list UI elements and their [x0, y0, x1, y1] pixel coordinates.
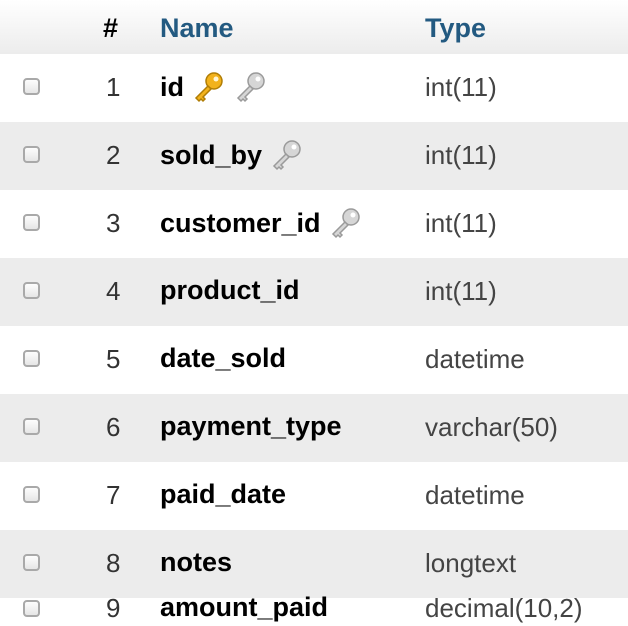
- row-number: 3: [106, 208, 121, 238]
- column-name: date_sold: [160, 342, 286, 374]
- row-number: 1: [106, 72, 121, 102]
- table-row: 8 notes longtext: [0, 530, 628, 598]
- column-name: sold_by: [160, 138, 304, 172]
- row-checkbox[interactable]: [23, 554, 40, 571]
- column-type: varchar(50): [425, 412, 558, 442]
- table-row: 9 amount_paid decimal(10,2): [0, 592, 628, 626]
- row-number: 6: [106, 412, 121, 442]
- column-name-text: id: [160, 72, 184, 102]
- column-type: decimal(10,2): [425, 593, 583, 623]
- column-name-text: amount_paid: [160, 592, 329, 622]
- table-row: 2 sold_by int(11): [0, 122, 628, 190]
- column-name-text: paid_date: [160, 479, 287, 509]
- column-type: int(11): [425, 72, 497, 102]
- column-type: datetime: [425, 344, 525, 374]
- column-name: payment_type: [160, 410, 342, 442]
- row-checkbox[interactable]: [23, 146, 40, 163]
- column-name: id: [160, 70, 268, 104]
- column-name-text: notes: [160, 547, 233, 577]
- table-header: # Name Type: [0, 0, 628, 55]
- table-row: 6 payment_type varchar(50): [0, 394, 628, 462]
- row-checkbox[interactable]: [23, 282, 40, 299]
- index-key-icon: [272, 140, 301, 171]
- column-header-number: #: [103, 13, 119, 43]
- column-name-text: date_sold: [160, 343, 287, 373]
- column-header-type[interactable]: Type: [425, 11, 486, 45]
- table-row: 3 customer_id int(11): [0, 190, 628, 258]
- row-number: 4: [106, 276, 121, 306]
- table-row: 7 paid_date datetime: [0, 462, 628, 530]
- column-name-text: product_id: [160, 275, 300, 305]
- row-checkbox[interactable]: [23, 350, 40, 367]
- row-number: 8: [106, 548, 121, 578]
- column-name-text: customer_id: [160, 208, 321, 238]
- index-key-icon: [236, 72, 265, 103]
- structure-table: # Name Type 1 id int(11) 2 sold_by int(1…: [0, 0, 628, 626]
- column-name: customer_id: [160, 206, 363, 240]
- primary-key-icon: [194, 72, 223, 103]
- column-type: longtext: [425, 548, 517, 578]
- column-name-text: payment_type: [160, 411, 342, 441]
- column-name: product_id: [160, 274, 300, 306]
- column-name-text: sold_by: [160, 140, 263, 170]
- index-key-icon: [331, 208, 360, 239]
- table-row: 1 id int(11): [0, 54, 628, 122]
- row-number: 2: [106, 140, 121, 170]
- row-number: 9: [106, 593, 121, 623]
- column-type: int(11): [425, 276, 497, 306]
- row-checkbox[interactable]: [23, 418, 40, 435]
- row-checkbox[interactable]: [23, 78, 40, 95]
- column-name: paid_date: [160, 478, 286, 510]
- row-checkbox[interactable]: [23, 214, 40, 231]
- column-type: int(11): [425, 208, 497, 238]
- column-type: datetime: [425, 480, 525, 510]
- column-name: notes: [160, 546, 232, 578]
- row-number: 7: [106, 480, 121, 510]
- table-row: 5 date_sold datetime: [0, 326, 628, 394]
- table-row: 4 product_id int(11): [0, 258, 628, 326]
- column-header-name[interactable]: Name: [160, 11, 234, 45]
- row-checkbox[interactable]: [23, 486, 40, 503]
- row-number: 5: [106, 344, 121, 374]
- column-name: amount_paid: [160, 591, 328, 623]
- column-type: int(11): [425, 140, 497, 170]
- row-checkbox[interactable]: [23, 600, 40, 617]
